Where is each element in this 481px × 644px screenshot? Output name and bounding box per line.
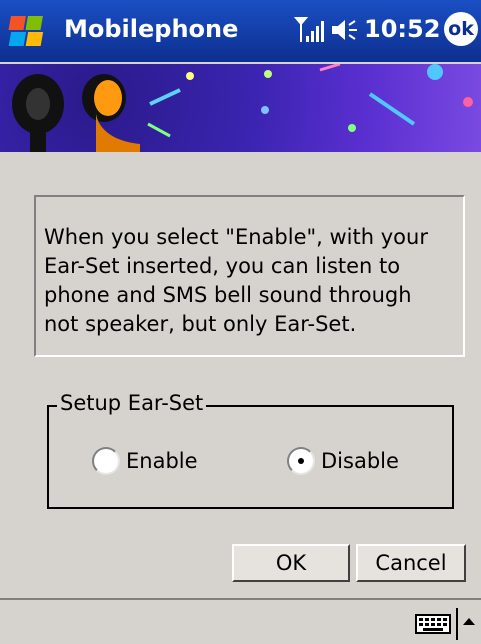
message-line: Ear-Set inserted, you can listen to xyxy=(44,254,401,278)
windows-flag-icon[interactable] xyxy=(8,10,50,52)
disable-label: Disable xyxy=(321,449,399,473)
ok-button[interactable]: OK xyxy=(232,544,350,582)
keyboard-icon[interactable] xyxy=(415,614,451,634)
info-message-box: When you select "Enable", with your Ear-… xyxy=(34,195,465,357)
group-label: Setup Ear-Set xyxy=(57,391,207,415)
disable-radio[interactable]: Disable xyxy=(287,447,399,475)
volume-icon[interactable] xyxy=(330,16,362,44)
ear-set-banner-image xyxy=(0,64,481,152)
radio-unchecked-icon[interactable] xyxy=(92,447,120,475)
message-line: not speaker, but only Ear-Set. xyxy=(44,312,357,336)
clock[interactable]: 10:52 xyxy=(364,15,440,43)
setup-ear-set-group: Setup Ear-Set Enable Disable xyxy=(47,391,454,509)
signal-strength-icon[interactable] xyxy=(294,16,326,44)
enable-radio[interactable]: Enable xyxy=(92,447,198,475)
ok-title-button[interactable]: ok xyxy=(444,12,478,46)
divider xyxy=(456,608,458,640)
message-line: phone and SMS bell sound through xyxy=(44,283,412,307)
app-title: Mobilephone xyxy=(64,15,239,43)
cancel-button[interactable]: Cancel xyxy=(356,544,466,582)
enable-label: Enable xyxy=(126,449,198,473)
sip-arrow-icon[interactable] xyxy=(460,614,478,628)
title-bar: Mobilephone 10:52 ok xyxy=(0,0,481,62)
message-line: When you select "Enable", with your xyxy=(44,225,428,249)
menu-bar xyxy=(0,598,481,644)
radio-checked-icon[interactable] xyxy=(287,447,315,475)
